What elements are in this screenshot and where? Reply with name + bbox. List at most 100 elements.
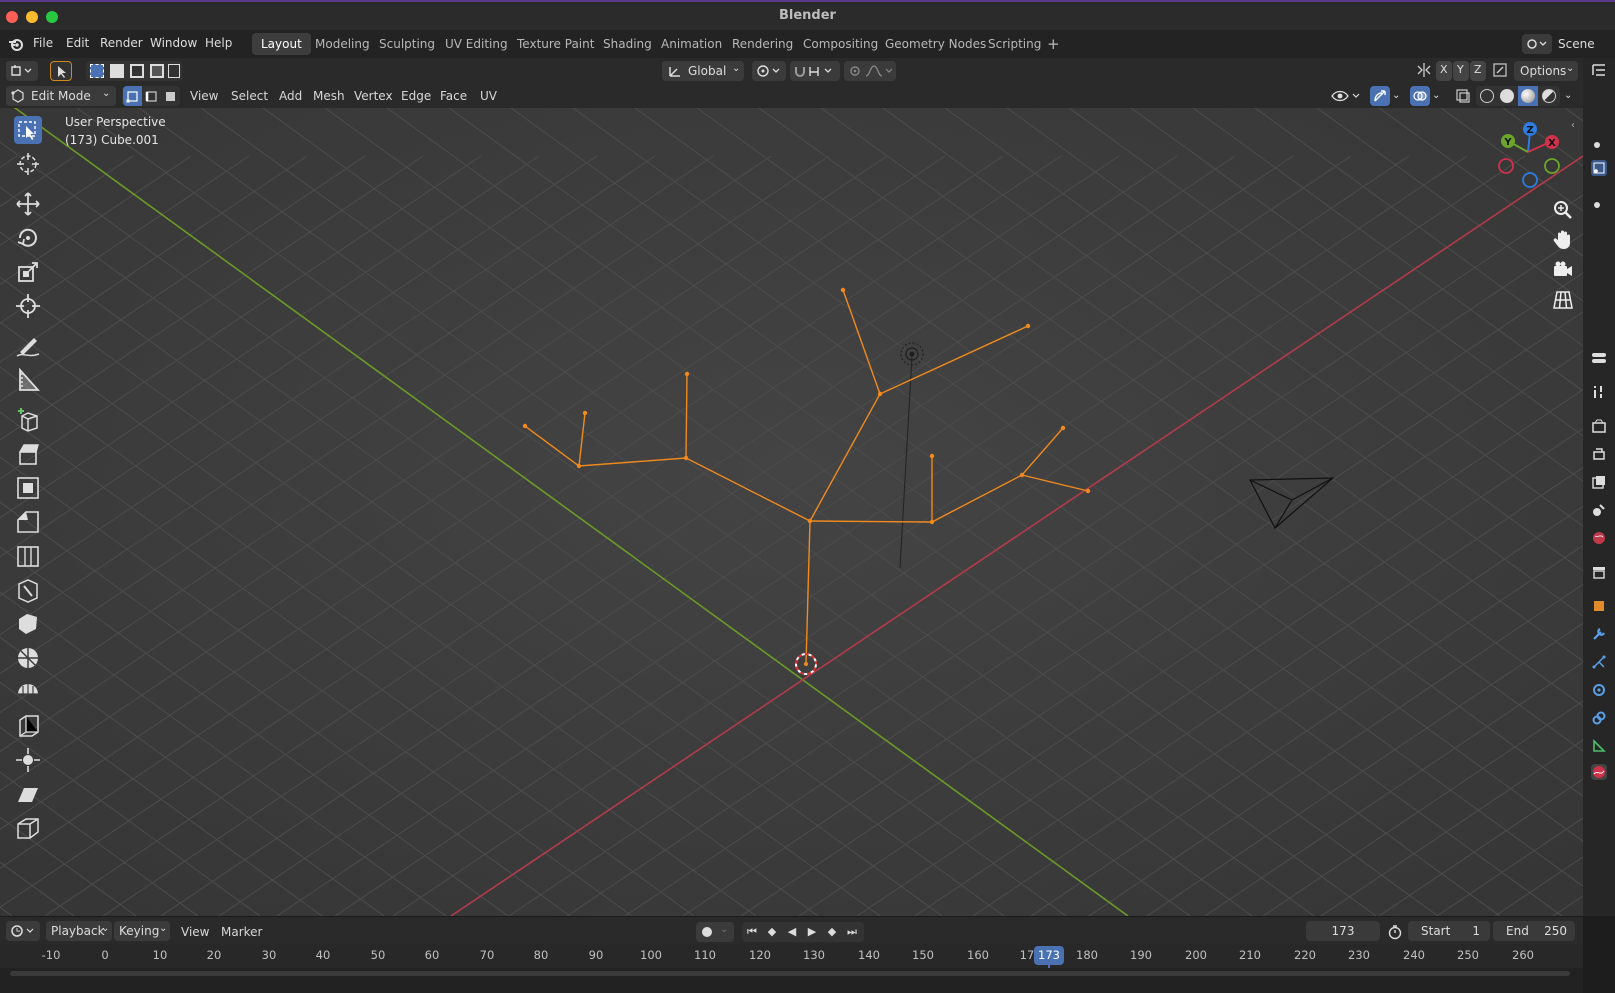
- render-properties-icon[interactable]: [1591, 418, 1607, 434]
- transform-tool[interactable]: [14, 292, 42, 320]
- tool-properties-icon[interactable]: [1591, 384, 1607, 400]
- output-properties-icon[interactable]: [1591, 446, 1607, 462]
- jump-to-keyframe-forward-icon[interactable]: ◆: [824, 924, 840, 940]
- solid-shading-icon[interactable]: [1500, 89, 1514, 103]
- 3d-viewport[interactable]: User Perspective (173) Cube.001 Z X Y ‹: [0, 108, 1583, 916]
- viewport-scene[interactable]: [0, 108, 1583, 916]
- tweak-select-button[interactable]: [50, 61, 72, 81]
- select-subtract-icon[interactable]: [130, 64, 144, 78]
- tab-animation[interactable]: Animation: [652, 33, 731, 55]
- tab-rendering[interactable]: Rendering: [723, 33, 802, 55]
- tab-uv-editing[interactable]: UV Editing: [436, 33, 517, 55]
- navigation-gizmo[interactable]: Z X Y: [1492, 118, 1564, 190]
- menu-add[interactable]: Add: [279, 89, 302, 103]
- chevron-down-icon[interactable]: ⌄: [1392, 90, 1400, 101]
- menu-select[interactable]: Select: [231, 89, 268, 103]
- tab-shading[interactable]: Shading: [594, 33, 661, 55]
- transform-orientation-dropdown[interactable]: Global ⌄: [662, 61, 744, 81]
- mirror-y-toggle[interactable]: Y: [1453, 61, 1469, 81]
- select-mode-group[interactable]: [122, 86, 180, 106]
- tab-sculpting[interactable]: Sculpting: [370, 33, 444, 55]
- auto-merge-icon[interactable]: [1492, 62, 1508, 78]
- extrude-region-tool[interactable]: [14, 440, 42, 468]
- playback-menu[interactable]: Playback ⌄: [46, 921, 112, 941]
- collection-properties-icon[interactable]: [1591, 564, 1607, 580]
- play-reverse-icon[interactable]: ◀: [784, 924, 800, 940]
- select-new-icon[interactable]: [90, 64, 104, 78]
- scene-properties-icon[interactable]: [1591, 502, 1607, 518]
- properties-editor-icon[interactable]: [1591, 350, 1607, 366]
- wireframe-shading-icon[interactable]: [1480, 89, 1494, 103]
- jump-to-end-icon[interactable]: ⏭: [844, 924, 860, 940]
- filter-icon[interactable]: [1591, 160, 1607, 176]
- cursor-tool[interactable]: [14, 150, 42, 178]
- tab-geometry-nodes[interactable]: Geometry Nodes: [876, 33, 995, 55]
- scene-selector-button[interactable]: [1522, 34, 1552, 54]
- current-frame-field[interactable]: 173: [1306, 921, 1380, 941]
- menu-window[interactable]: Window: [150, 36, 197, 50]
- select-intersect-icon[interactable]: [168, 64, 180, 78]
- move-tool[interactable]: [14, 190, 42, 218]
- shear-tool[interactable]: [14, 780, 42, 808]
- edge-select-mode-button[interactable]: [142, 86, 161, 106]
- select-box-tool[interactable]: [14, 116, 42, 144]
- pivot-point-dropdown[interactable]: [752, 61, 786, 81]
- start-frame-field[interactable]: Start 1: [1408, 921, 1490, 941]
- menu-uv[interactable]: UV: [480, 89, 497, 103]
- shrink-fatten-tool[interactable]: [14, 746, 42, 774]
- menu-face[interactable]: Face: [440, 89, 467, 103]
- scale-tool[interactable]: [14, 258, 42, 286]
- knife-tool[interactable]: [14, 576, 42, 604]
- options-dropdown[interactable]: Options ⌄: [1514, 61, 1578, 81]
- outliner-icon[interactable]: [1591, 62, 1607, 78]
- timeline-scrollbar[interactable]: [10, 971, 1570, 976]
- snap-toggle[interactable]: [790, 61, 840, 81]
- keying-menu[interactable]: Keying ⌄: [114, 921, 170, 941]
- rendered-shading-icon[interactable]: [1542, 89, 1556, 103]
- timeline-editor-type-button[interactable]: [6, 921, 40, 941]
- pan-hand-icon[interactable]: [1551, 228, 1575, 252]
- poly-build-tool[interactable]: [14, 610, 42, 638]
- mirror-z-toggle[interactable]: Z: [1470, 61, 1486, 81]
- timeline-view-menu[interactable]: View: [181, 925, 209, 939]
- xray-toggle-icon[interactable]: [1455, 88, 1471, 104]
- menu-edge[interactable]: Edge: [401, 89, 431, 103]
- menu-mesh[interactable]: Mesh: [313, 89, 345, 103]
- loop-cut-tool[interactable]: [14, 542, 42, 570]
- chevron-down-icon[interactable]: ⌄: [1564, 90, 1572, 101]
- particle-properties-icon[interactable]: [1591, 654, 1607, 670]
- blender-logo-icon[interactable]: [8, 36, 24, 52]
- data-properties-icon[interactable]: [1591, 738, 1607, 754]
- mirror-x-toggle[interactable]: X: [1436, 61, 1452, 81]
- tab-layout[interactable]: Layout: [252, 33, 311, 55]
- tab-texture-paint[interactable]: Texture Paint: [508, 33, 603, 55]
- jump-to-keyframe-back-icon[interactable]: ◆: [764, 924, 780, 940]
- perspective-toggle-icon[interactable]: [1551, 288, 1575, 312]
- object-properties-icon[interactable]: [1591, 598, 1607, 614]
- measure-tool[interactable]: [14, 366, 42, 394]
- chevron-down-icon[interactable]: ⌄: [1432, 90, 1440, 101]
- vertex-select-mode-button[interactable]: [123, 86, 142, 106]
- select-invert-icon[interactable]: [150, 64, 164, 78]
- timeline-body[interactable]: [0, 968, 1583, 993]
- menu-vertex[interactable]: Vertex: [354, 89, 393, 103]
- bevel-tool[interactable]: [14, 508, 42, 536]
- tab-scripting[interactable]: Scripting: [979, 33, 1050, 55]
- face-select-mode-button[interactable]: [161, 86, 180, 106]
- constraint-properties-icon[interactable]: [1591, 710, 1607, 726]
- inset-faces-tool[interactable]: [14, 474, 42, 502]
- rotate-tool[interactable]: [14, 224, 42, 252]
- physics-properties-icon[interactable]: [1591, 682, 1607, 698]
- add-cube-tool[interactable]: [14, 406, 42, 434]
- object-visibility-dropdown[interactable]: [1330, 86, 1362, 106]
- collapse-sidebar-icon[interactable]: ‹: [1571, 120, 1575, 131]
- proportional-editing-toggle[interactable]: [844, 61, 896, 81]
- edge-slide-tool[interactable]: [14, 712, 42, 740]
- menu-edit[interactable]: Edit: [66, 36, 89, 50]
- playhead[interactable]: 173: [1034, 946, 1064, 965]
- mesh-symmetry-icon[interactable]: [1416, 62, 1432, 78]
- world-properties-icon[interactable]: [1591, 530, 1607, 546]
- frame-ruler[interactable]: -10 0 10 20 30 40 50 60 70 80 90 100 110…: [0, 944, 1583, 971]
- modifier-properties-icon[interactable]: [1591, 626, 1607, 642]
- tab-compositing[interactable]: Compositing: [794, 33, 887, 55]
